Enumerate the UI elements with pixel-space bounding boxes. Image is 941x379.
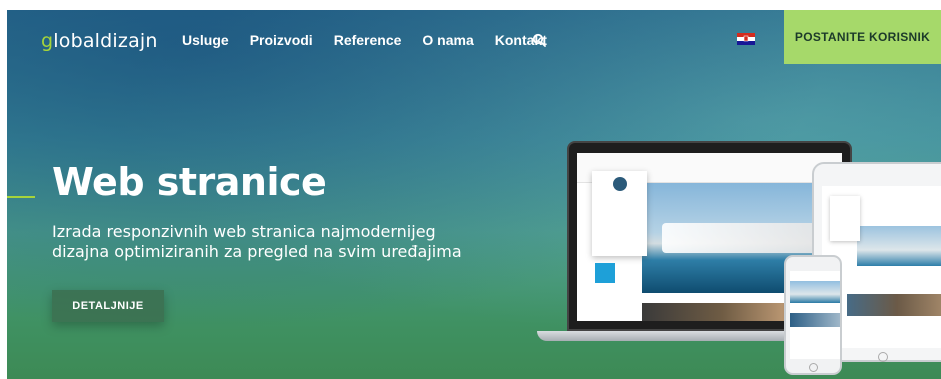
search-icon[interactable] (532, 33, 546, 47)
details-button[interactable]: DETALJNIJE (52, 290, 164, 322)
main-nav: Usluge Proizvodi Reference O nama Kontak… (182, 32, 547, 48)
nav-item-proizvodi[interactable]: Proizvodi (250, 32, 313, 48)
nav-item-usluge[interactable]: Usluge (182, 32, 229, 48)
nav-item-reference[interactable]: Reference (334, 32, 402, 48)
tablet-preview-logo-card (830, 196, 860, 241)
accent-line (7, 196, 35, 198)
croatia-flag-icon[interactable] (737, 33, 755, 45)
phone-preview-image (790, 313, 840, 327)
tablet-preview-thumbnails (847, 294, 941, 316)
hero-section: globaldizajn Usluge Proizvodi Reference … (7, 10, 941, 379)
preview-scroll-button (595, 263, 615, 283)
phone-website-preview (790, 271, 840, 359)
phone-home-button (809, 363, 818, 372)
hero-subtitle: Izrada responzivnih web stranica najmode… (52, 222, 462, 261)
preview-logo-mark (612, 177, 627, 191)
become-user-button[interactable]: POSTANITE KORISNIK (784, 10, 941, 64)
phone-preview-hero (790, 281, 840, 303)
nav-item-o-nama[interactable]: O nama (422, 32, 473, 48)
preview-logo-card (592, 171, 647, 256)
phone-mockup (784, 255, 842, 375)
tablet-home-button (878, 352, 888, 362)
logo-accent-letter: g (41, 30, 54, 52)
hero-title: Web stranice (52, 160, 327, 204)
logo-text: lobaldizajn (53, 30, 158, 52)
tablet-preview-hero (857, 226, 941, 266)
site-logo[interactable]: globaldizajn (41, 30, 158, 52)
preview-yachts (662, 223, 822, 253)
